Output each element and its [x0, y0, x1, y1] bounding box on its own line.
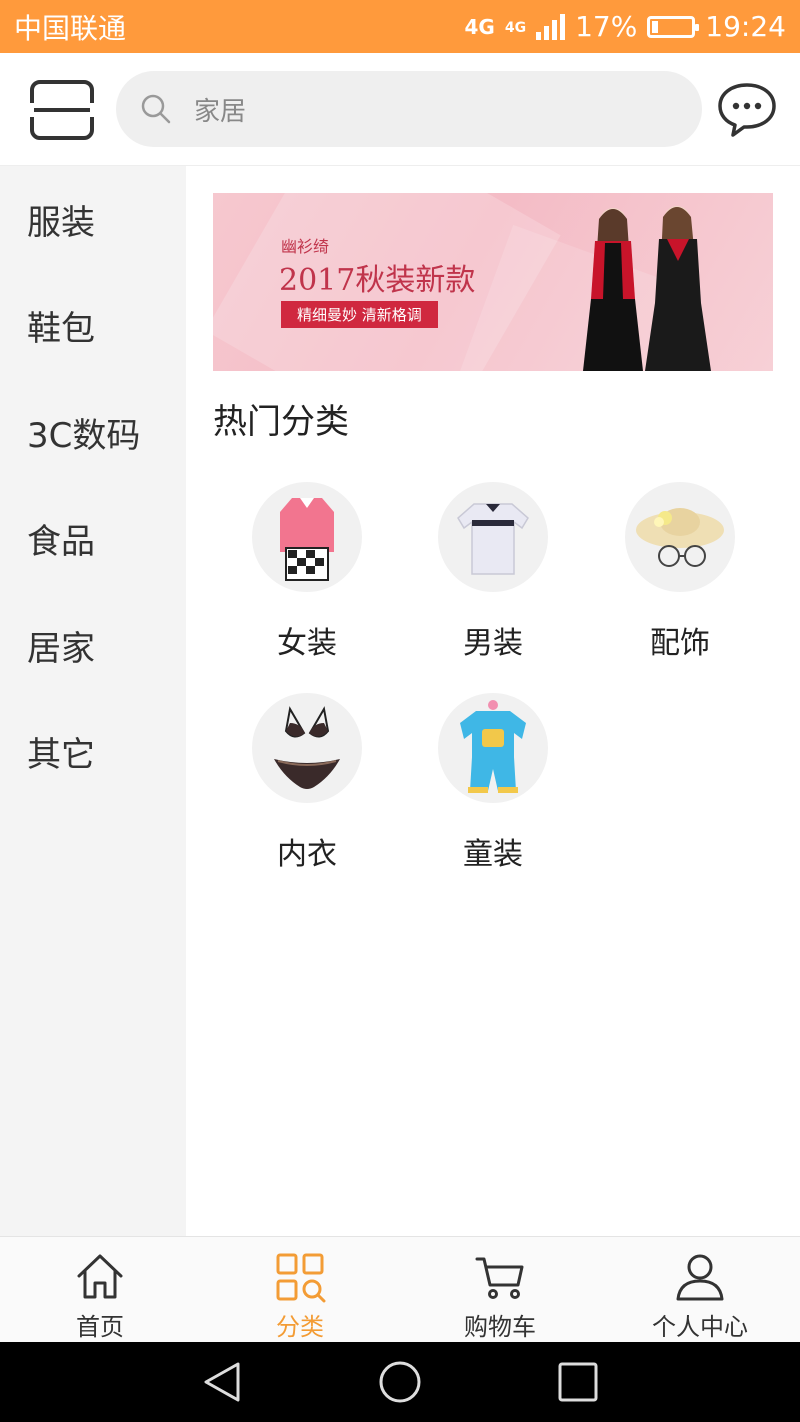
tab-category[interactable]: 分类 — [200, 1237, 400, 1342]
message-button[interactable] — [716, 81, 778, 139]
category-label: 配饰 — [650, 626, 710, 661]
section-title-hot-categories: 热门分类 — [213, 402, 349, 442]
category-label: 男装 — [463, 626, 523, 661]
search-input[interactable]: 家居 — [116, 71, 702, 147]
category-icon — [276, 1253, 326, 1303]
status-indicators: 4G 4G 17% 19:24 — [464, 10, 786, 43]
category-accessories[interactable]: 配饰 — [610, 482, 750, 662]
carrier-name: 中国联通 — [14, 11, 127, 45]
home-icon — [77, 1254, 123, 1299]
category-mens-clothing[interactable]: 男装 — [423, 482, 563, 662]
tab-label: 首页 — [76, 1313, 124, 1341]
sidebar-item-home[interactable]: 居家 — [0, 592, 186, 699]
search-icon — [141, 94, 171, 124]
promo-banner[interactable]: 幽衫绮 2017秋装新款 精细曼妙 清新格调 — [213, 193, 773, 371]
tab-cart[interactable]: 购物车 — [400, 1237, 600, 1342]
recent-apps-icon[interactable] — [556, 1360, 600, 1404]
category-kids-clothing[interactable]: 童装 — [423, 693, 563, 873]
tab-label: 购物车 — [464, 1313, 536, 1341]
banner-brand: 幽衫绮 — [281, 237, 330, 256]
underwear-icon — [252, 693, 362, 803]
sidebar-item-label: 食品 — [27, 522, 95, 563]
cart-icon — [475, 1257, 524, 1299]
category-sidebar: 服装 鞋包 3C数码 食品 居家 其它 — [0, 166, 186, 1236]
banner-models-image — [583, 206, 711, 371]
sidebar-item-3c-digital[interactable]: 3C数码 — [0, 379, 186, 486]
banner-tagline: 精细曼妙 清新格调 — [281, 301, 438, 328]
category-womens-clothing[interactable]: 女装 — [237, 482, 377, 662]
category-label: 内衣 — [277, 837, 337, 872]
sidebar-item-clothing[interactable]: 服装 — [0, 166, 186, 273]
battery-percent: 17% — [575, 10, 638, 43]
system-nav-bar — [0, 1342, 800, 1422]
category-label: 女装 — [277, 626, 337, 661]
tab-label: 分类 — [276, 1313, 324, 1341]
status-bar: 中国联通 4G 4G 17% 19:24 — [0, 0, 800, 53]
tab-user-center[interactable]: 个人中心 — [600, 1237, 800, 1342]
accessories-icon — [625, 482, 735, 592]
scan-icon — [28, 80, 96, 140]
user-icon — [676, 1254, 724, 1301]
sidebar-item-shoes-bags[interactable]: 鞋包 — [0, 273, 186, 380]
sidebar-item-label: 服装 — [27, 202, 95, 243]
search-placeholder: 家居 — [194, 96, 247, 127]
sidebar-item-label: 居家 — [27, 628, 95, 669]
mens-clothing-icon — [438, 482, 548, 592]
sidebar-item-other[interactable]: 其它 — [0, 699, 186, 806]
message-icon — [718, 83, 776, 137]
network-type-1: 4G — [464, 14, 495, 39]
kids-clothing-icon — [438, 693, 548, 803]
sidebar-item-food[interactable]: 食品 — [0, 486, 186, 593]
home-button-icon[interactable] — [378, 1360, 422, 1404]
network-type-2: 4G — [504, 20, 527, 36]
womens-clothing-icon — [252, 482, 362, 592]
category-underwear[interactable]: 内衣 — [237, 693, 377, 873]
bottom-tab-bar: 首页 分类 购物车 个人中心 — [0, 1236, 800, 1342]
sidebar-item-label: 鞋包 — [27, 309, 95, 350]
back-icon[interactable] — [200, 1360, 244, 1404]
battery-icon — [647, 15, 700, 38]
scan-button[interactable] — [28, 79, 96, 141]
category-label: 童装 — [463, 837, 523, 872]
tab-label: 个人中心 — [652, 1313, 748, 1341]
main-content: 幽衫绮 2017秋装新款 精细曼妙 清新格调 热门分类 女装 男装 配饰 内衣 … — [186, 166, 800, 1236]
sidebar-item-label: 3C数码 — [27, 415, 141, 456]
sidebar-item-label: 其它 — [27, 735, 95, 776]
clock: 19:24 — [705, 10, 786, 43]
top-header: 家居 — [0, 53, 800, 166]
banner-title: 2017秋装新款 — [279, 263, 476, 298]
tab-home[interactable]: 首页 — [0, 1237, 200, 1342]
signal-icon — [536, 13, 566, 40]
